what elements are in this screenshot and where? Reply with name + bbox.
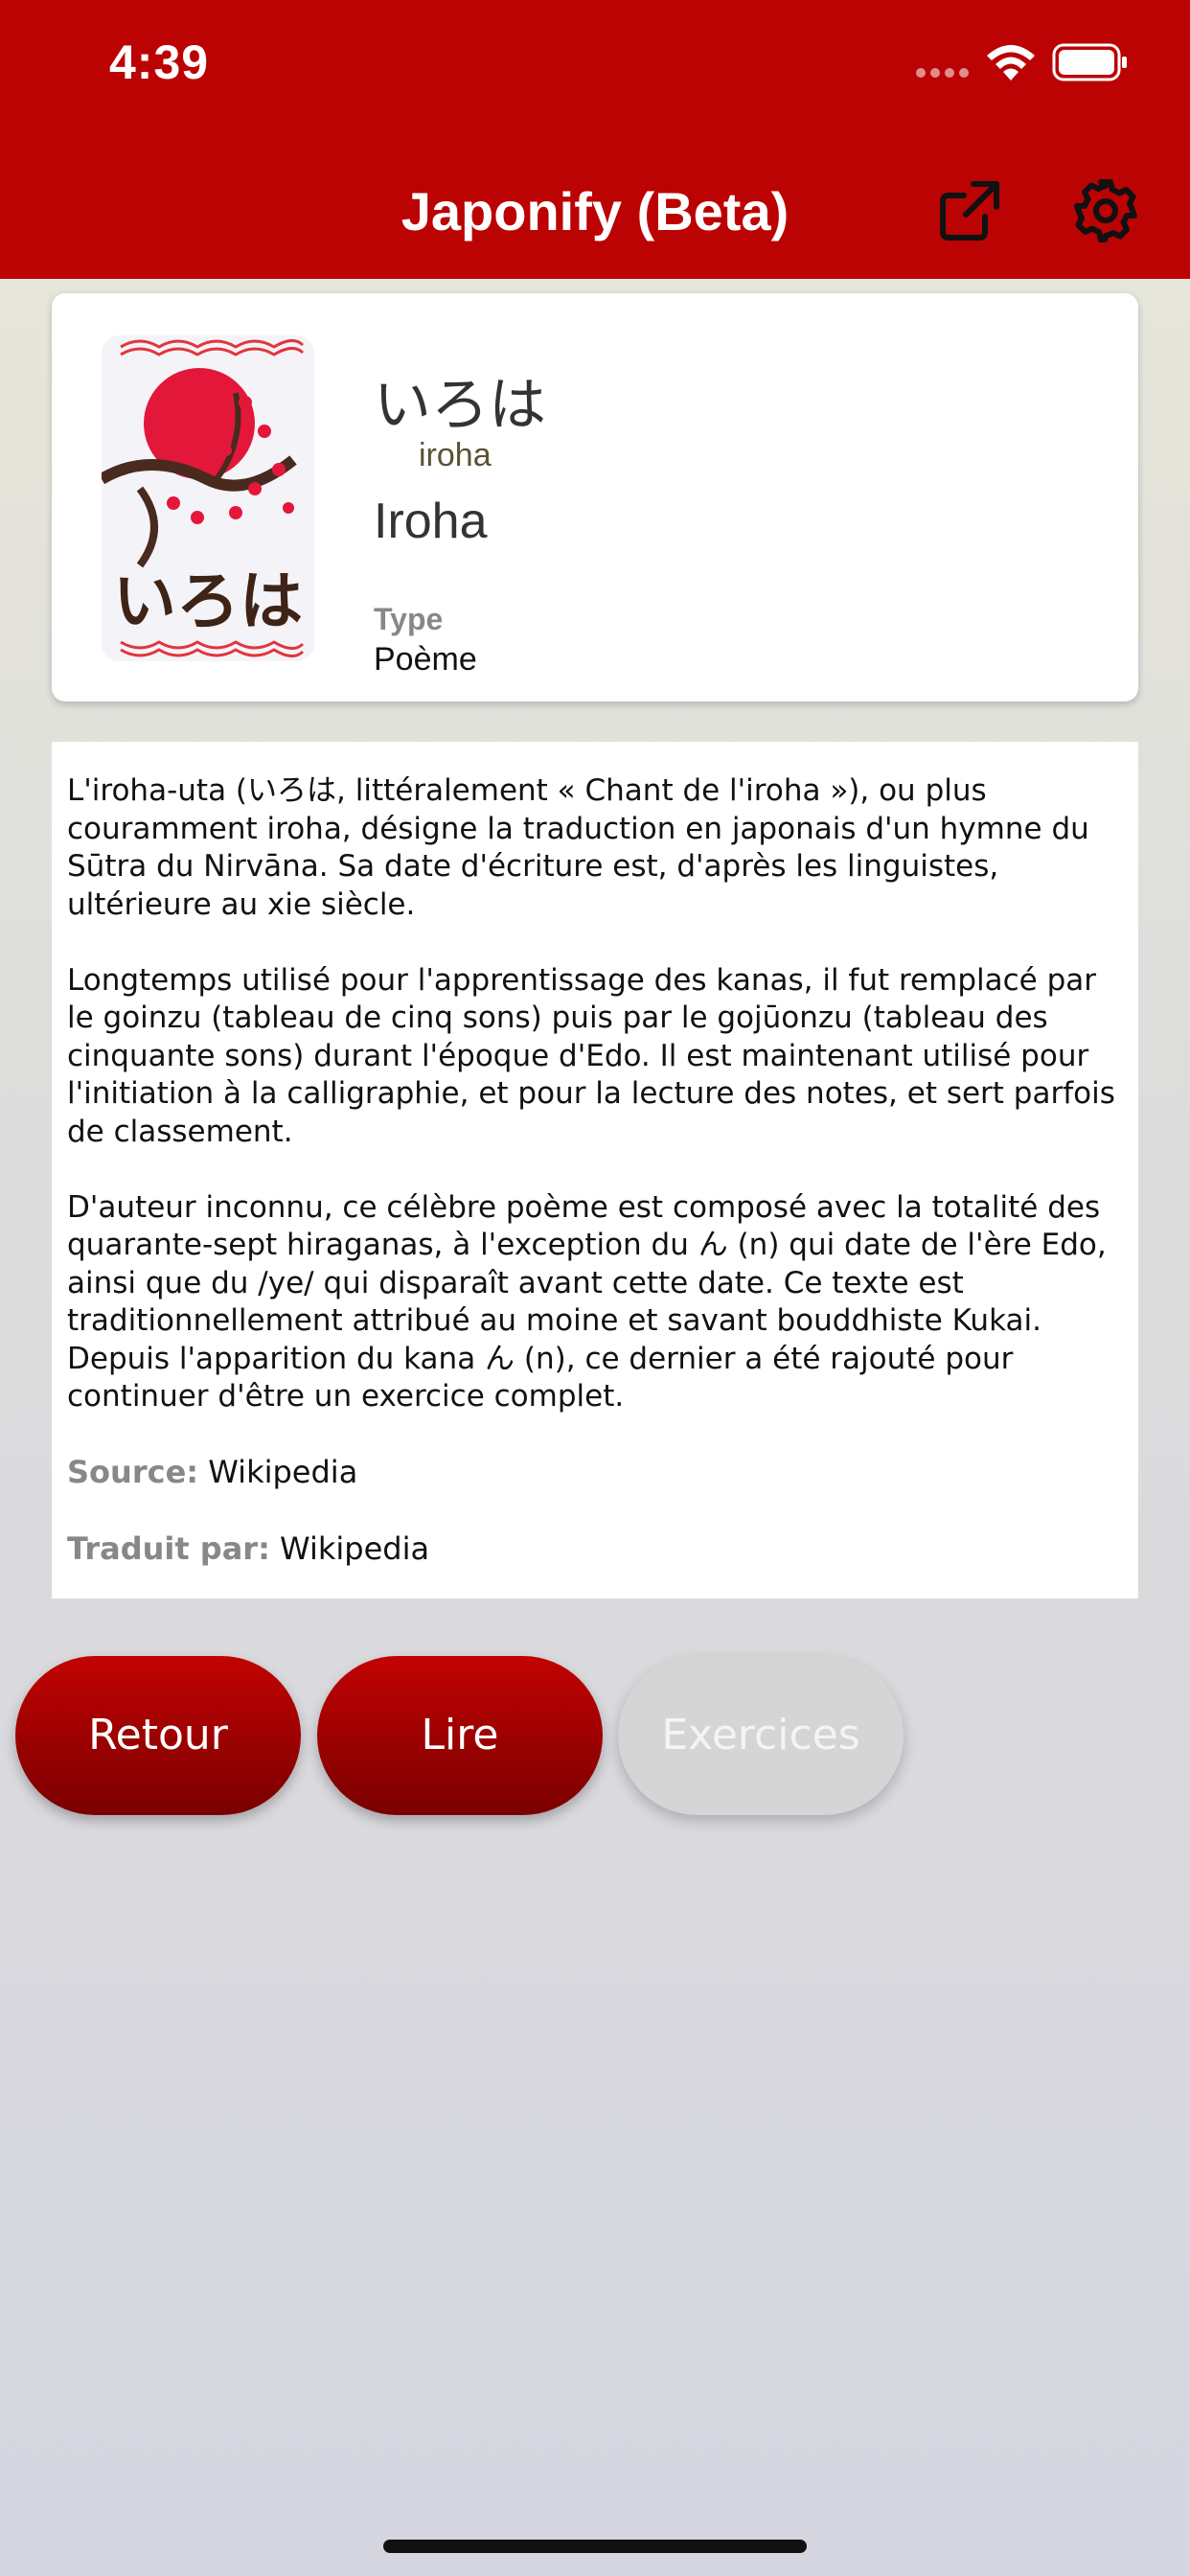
french-title: Iroha <box>374 494 488 549</box>
back-button[interactable]: Retour <box>15 1656 301 1815</box>
japanese-title: いろは <box>374 372 546 439</box>
description-paragraph: Longtemps utilisé pour l'apprentissage d… <box>67 962 1115 1149</box>
status-time: 4:39 <box>109 35 210 89</box>
translated-by-value: Wikipedia <box>280 1530 430 1567</box>
type-value: Poème <box>374 641 477 678</box>
wifi-icon <box>987 45 1035 80</box>
description-paragraph: D'auteur inconnu, ce célèbre poème est c… <box>67 1189 1107 1414</box>
app-title: Japonify (Beta) <box>400 181 790 242</box>
gear-icon[interactable] <box>1071 176 1140 245</box>
romaji-reading: iroha <box>419 437 492 473</box>
type-label: Type <box>374 602 444 636</box>
source-line: Source: Wikipedia <box>67 1454 1129 1492</box>
battery-icon <box>1052 43 1127 81</box>
translated-by-label: Traduit par: <box>67 1530 270 1567</box>
translated-by-line: Traduit par: Wikipedia <box>67 1530 1129 1569</box>
source-value: Wikipedia <box>208 1454 358 1490</box>
iroha-illustration: いろは <box>102 335 314 661</box>
content-card: いろは いろは iroha Iroha Type Poème <box>52 293 1138 702</box>
cellular-signal-icon <box>916 65 973 82</box>
external-link-icon[interactable] <box>935 176 1004 245</box>
home-indicator[interactable] <box>383 2540 807 2553</box>
description-paragraph: L'iroha-uta (いろは, littéralement « Chant … <box>67 773 1089 922</box>
source-label: Source: <box>67 1454 199 1490</box>
description-panel: L'iroha-uta (いろは, littéralement « Chant … <box>52 742 1138 1598</box>
exercises-button[interactable]: Exercices <box>618 1656 904 1815</box>
app-header: 4:39 Japonify (Beta) <box>0 0 1190 279</box>
read-button[interactable]: Lire <box>317 1656 603 1815</box>
svg-text:いろは: いろは <box>113 564 303 638</box>
